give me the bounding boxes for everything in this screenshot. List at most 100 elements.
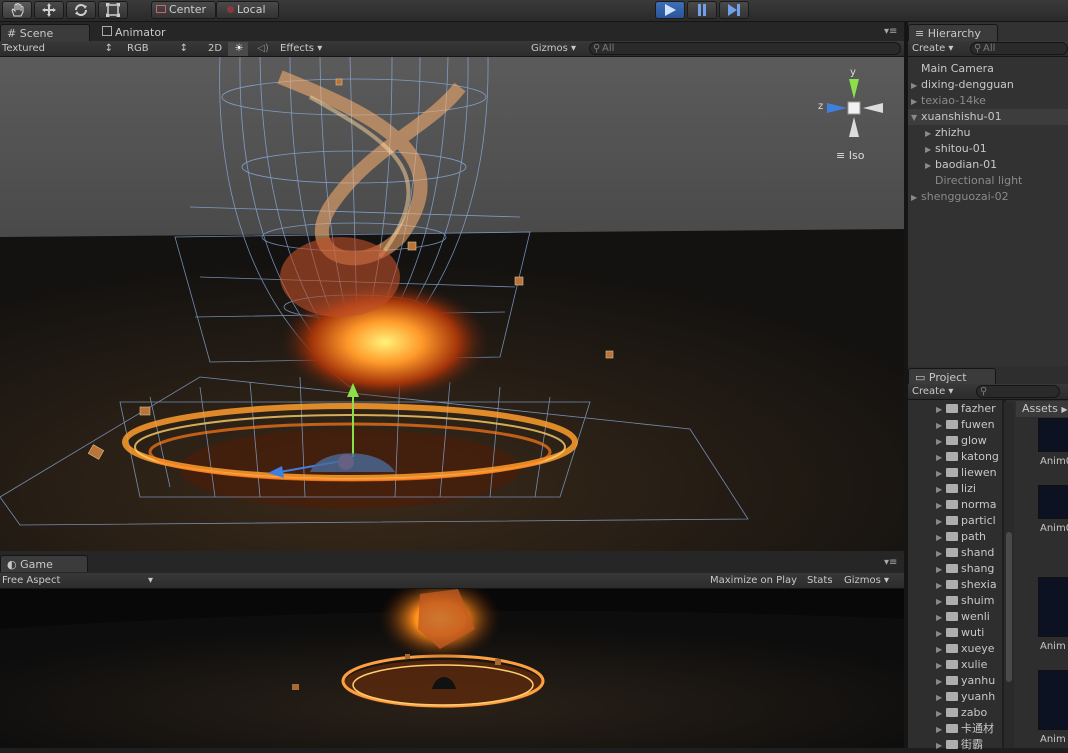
collapsed-arrow-icon[interactable]: ▶	[925, 158, 935, 174]
collapsed-arrow-icon[interactable]: ▶	[936, 402, 946, 417]
collapsed-arrow-icon[interactable]: ▶	[936, 578, 946, 593]
tab-animator[interactable]: Animator	[96, 24, 186, 41]
rotate-tool-button[interactable]	[66, 1, 96, 19]
game-viewport[interactable]	[0, 589, 904, 748]
asset-thumbnail[interactable]	[1038, 670, 1068, 730]
hierarchy-item[interactable]: Directional light	[908, 173, 1068, 189]
project-folder[interactable]: ▶ xueye	[936, 641, 1004, 657]
project-folder[interactable]: ▶ 街霸	[936, 737, 1004, 753]
hand-tool-button[interactable]	[2, 1, 32, 19]
tab-project[interactable]: ▭ Project	[908, 368, 996, 385]
collapsed-arrow-icon[interactable]: ▶	[936, 706, 946, 721]
project-folder[interactable]: ▶ yanhu	[936, 673, 1004, 689]
project-folder[interactable]: ▶ glow	[936, 433, 1004, 449]
expanded-arrow-icon[interactable]: ▼	[911, 110, 921, 126]
collapsed-arrow-icon[interactable]: ▶	[936, 466, 946, 481]
project-folder[interactable]: ▶ zabo	[936, 705, 1004, 721]
project-folder[interactable]: ▶ wenli	[936, 609, 1004, 625]
panel-menu-icon[interactable]: ▾≡	[884, 26, 897, 37]
project-folder[interactable]: ▶ shuim	[936, 593, 1004, 609]
collapsed-arrow-icon[interactable]: ▶	[911, 94, 921, 110]
toggle-2d-button[interactable]: 2D	[202, 42, 226, 56]
tab-hierarchy[interactable]: ≡ Hierarchy	[908, 24, 998, 41]
collapsed-arrow-icon[interactable]: ▶	[936, 738, 946, 753]
project-folder[interactable]: ▶ wuti	[936, 625, 1004, 641]
render-mode-dropdown[interactable]: Textured ↕	[0, 42, 116, 56]
collapsed-arrow-icon[interactable]: ▶	[936, 562, 946, 577]
project-folder[interactable]: ▶ norma	[936, 497, 1004, 513]
play-button[interactable]	[655, 1, 685, 19]
collapsed-arrow-icon[interactable]: ▶	[936, 642, 946, 657]
collapsed-arrow-icon[interactable]: ▶	[936, 450, 946, 465]
scale-tool-button[interactable]	[98, 1, 128, 19]
collapsed-arrow-icon[interactable]: ▶	[911, 78, 921, 94]
aspect-dropdown[interactable]: Free Aspect ▾	[0, 574, 156, 588]
project-folder[interactable]: ▶ particl	[936, 513, 1004, 529]
step-button[interactable]	[719, 1, 749, 19]
scene-search-input[interactable]: ⚲ All	[589, 42, 901, 55]
collapsed-arrow-icon[interactable]: ▶	[936, 658, 946, 673]
color-mode-dropdown[interactable]: RGB ↕	[125, 42, 191, 56]
audio-toggle[interactable]: ◁)	[252, 42, 272, 56]
project-folder[interactable]: ▶ fuwen	[936, 417, 1004, 433]
hierarchy-item[interactable]: ▶ dixing-dengguan	[908, 77, 1068, 93]
project-folder[interactable]: ▶ lizi	[936, 481, 1004, 497]
project-folder[interactable]: ▶ shand	[936, 545, 1004, 561]
hierarchy-item[interactable]: ▼ xuanshishu-01	[908, 109, 1068, 125]
folder-scrollbar[interactable]	[1004, 402, 1014, 748]
stats-toggle[interactable]: Stats	[805, 574, 837, 588]
collapsed-arrow-icon[interactable]: ▶	[936, 498, 946, 513]
collapsed-arrow-icon[interactable]: ▶	[936, 514, 946, 529]
project-folder[interactable]: ▶ xulie	[936, 657, 1004, 673]
hierarchy-search-input[interactable]: ⚲ All	[970, 42, 1068, 55]
hierarchy-item[interactable]: ▶ zhizhu	[908, 125, 1068, 141]
hierarchy-item[interactable]: Main Camera	[908, 61, 1068, 77]
project-folder[interactable]: ▶ shexia	[936, 577, 1004, 593]
collapsed-arrow-icon[interactable]: ▶	[911, 190, 921, 206]
collapsed-arrow-icon[interactable]: ▶	[936, 594, 946, 609]
hierarchy-item[interactable]: ▶ shitou-01	[908, 141, 1068, 157]
collapsed-arrow-icon[interactable]: ▶	[936, 434, 946, 449]
scene-gizmos-dropdown[interactable]: Gizmos ▾	[529, 42, 581, 56]
collapsed-arrow-icon[interactable]: ▶	[936, 690, 946, 705]
hierarchy-item[interactable]: ▶ texiao-14ke	[908, 93, 1068, 109]
move-tool-button[interactable]	[34, 1, 64, 19]
asset-thumbnail[interactable]	[1038, 485, 1068, 519]
effects-dropdown[interactable]: Effects ▾	[278, 42, 330, 56]
pivot-local-button[interactable]: Local	[216, 1, 279, 19]
scene-viewport[interactable]: y z ≡ Iso	[0, 57, 904, 551]
project-folder[interactable]: ▶ fazher	[936, 401, 1004, 417]
orientation-gizmo[interactable]: y z ≡ Iso	[815, 67, 895, 177]
collapsed-arrow-icon[interactable]: ▶	[936, 530, 946, 545]
collapsed-arrow-icon[interactable]: ▶	[936, 674, 946, 689]
pivot-center-button[interactable]: Center	[151, 1, 216, 19]
collapsed-arrow-icon[interactable]: ▶	[936, 626, 946, 641]
asset-thumbnail[interactable]	[1038, 577, 1068, 637]
project-search-input[interactable]: ⚲	[976, 385, 1060, 398]
lighting-toggle[interactable]: ☀	[228, 42, 248, 56]
hierarchy-create-dropdown[interactable]: Create ▾	[910, 42, 962, 56]
tab-scene[interactable]: # Scene	[0, 24, 90, 41]
collapsed-arrow-icon[interactable]: ▶	[936, 482, 946, 497]
collapsed-arrow-icon[interactable]: ▶	[925, 126, 935, 142]
asset-thumbnail[interactable]	[1038, 418, 1068, 452]
collapsed-arrow-icon[interactable]: ▶	[936, 418, 946, 433]
collapsed-arrow-icon[interactable]: ▶	[936, 722, 946, 737]
project-folder[interactable]: ▶ shang	[936, 561, 1004, 577]
scrollbar-thumb[interactable]	[1006, 532, 1012, 682]
hierarchy-item[interactable]: ▶ baodian-01	[908, 157, 1068, 173]
collapsed-arrow-icon[interactable]: ▶	[936, 610, 946, 625]
project-folder[interactable]: ▶ path	[936, 529, 1004, 545]
collapsed-arrow-icon[interactable]: ▶	[936, 546, 946, 561]
project-folder[interactable]: ▶ liewen	[936, 465, 1004, 481]
project-create-dropdown[interactable]: Create ▾	[910, 385, 964, 399]
collapsed-arrow-icon[interactable]: ▶	[925, 142, 935, 158]
project-folder[interactable]: ▶ 卡通材	[936, 721, 1004, 737]
tab-game[interactable]: ◐ Game	[0, 555, 88, 572]
pause-button[interactable]	[687, 1, 717, 19]
project-folder[interactable]: ▶ katong	[936, 449, 1004, 465]
panel-menu-icon[interactable]: ▾≡	[884, 557, 897, 568]
assets-breadcrumb[interactable]: Assets ▶	[1016, 401, 1068, 417]
game-gizmos-dropdown[interactable]: Gizmos ▾	[842, 574, 896, 588]
maximize-on-play-toggle[interactable]: Maximize on Play	[708, 574, 800, 588]
